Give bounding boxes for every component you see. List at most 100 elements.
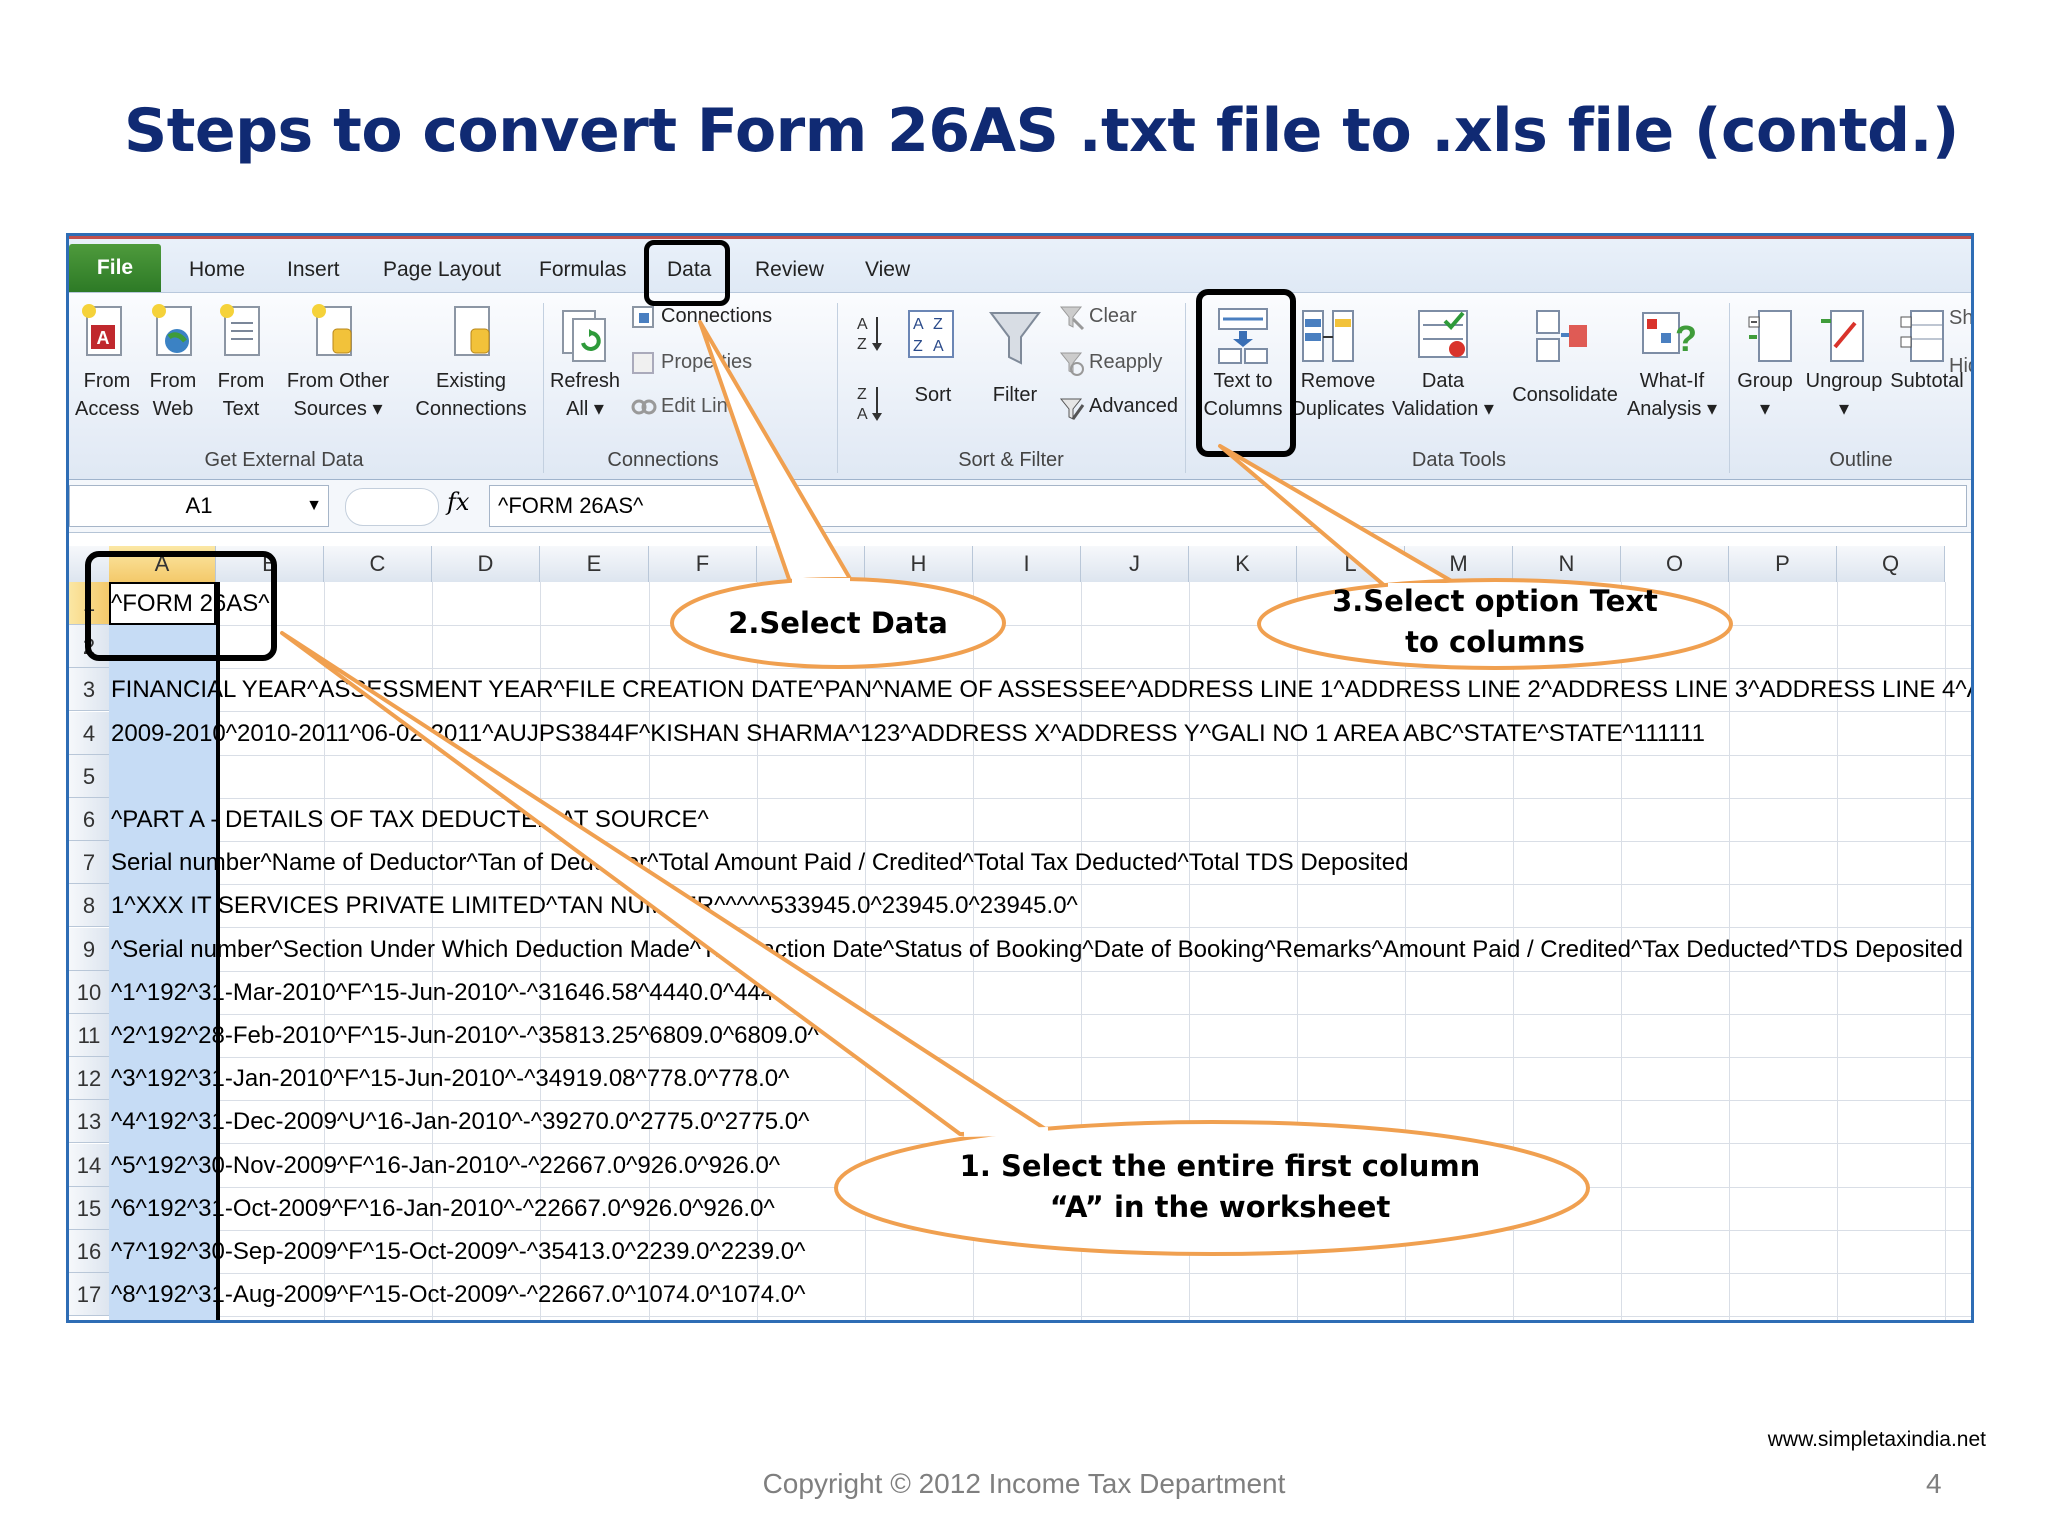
what-if-analysis-button[interactable]: What-If Analysis ▾ bbox=[1625, 367, 1719, 423]
existing-connections-button[interactable]: Existing Connections bbox=[405, 367, 537, 423]
ungroup-button[interactable]: Ungroup ▾ bbox=[1801, 367, 1887, 423]
column-header-k[interactable]: K bbox=[1189, 546, 1297, 582]
group-label-outline: Outline bbox=[1829, 449, 1893, 471]
highlight-data-tab bbox=[644, 240, 730, 306]
text-file-icon bbox=[220, 304, 260, 356]
group-label-data-tools: Data Tools bbox=[1411, 449, 1507, 471]
row-header-4[interactable]: 4 bbox=[69, 711, 109, 755]
row-header-15[interactable]: 15 bbox=[69, 1186, 109, 1230]
hide-detail-button[interactable]: Hide bbox=[1949, 355, 1971, 378]
group-button[interactable]: Group ▾ bbox=[1733, 367, 1797, 423]
column-header-d[interactable]: D bbox=[432, 546, 540, 582]
other-sources-icon bbox=[312, 304, 352, 356]
column-header-q[interactable]: Q bbox=[1837, 546, 1945, 582]
sort-button[interactable]: Sort bbox=[903, 381, 963, 409]
cell-row-17[interactable]: ^8^192^31-Aug-2009^F^15-Oct-2009^-^22667… bbox=[111, 1273, 805, 1316]
advanced-button[interactable]: Advanced bbox=[1089, 395, 1178, 418]
from-access-button[interactable]: From Access bbox=[75, 367, 139, 423]
row-header-5[interactable]: 5 bbox=[69, 754, 109, 798]
reapply-button[interactable]: Reapply bbox=[1089, 351, 1162, 374]
cell-row-9[interactable]: ^Serial number^Section Under Which Deduc… bbox=[111, 928, 1963, 971]
cell-row-8[interactable]: 1^XXX IT SERVICES PRIVATE LIMITED^TAN NU… bbox=[111, 884, 1078, 927]
edit-links-button[interactable]: Edit Links bbox=[661, 395, 748, 418]
name-box[interactable]: A1 ▼ bbox=[69, 485, 329, 527]
row-header-6[interactable]: 6 bbox=[69, 798, 109, 841]
edit-links-icon bbox=[631, 399, 657, 415]
formula-bar-cancel-enter bbox=[345, 488, 439, 526]
filter-button[interactable]: Filter bbox=[983, 381, 1047, 409]
refresh-all-button[interactable]: Refresh All ▾ bbox=[547, 367, 623, 423]
web-icon bbox=[152, 304, 192, 356]
connections-button[interactable]: Connections bbox=[661, 305, 772, 328]
from-web-button[interactable]: From Web bbox=[145, 367, 201, 423]
column-header-f[interactable]: F bbox=[649, 546, 757, 582]
tab-view[interactable]: View bbox=[865, 252, 910, 288]
row-header-14[interactable]: 14 bbox=[69, 1143, 109, 1187]
column-header-j[interactable]: J bbox=[1081, 546, 1189, 582]
remove-duplicates-button[interactable]: Remove Duplicates bbox=[1291, 367, 1385, 423]
row-header-17[interactable]: 17 bbox=[69, 1273, 109, 1317]
cell-row-12[interactable]: ^3^192^31-Jan-2010^F^15-Jun-2010^-^34919… bbox=[111, 1057, 789, 1100]
cell-row-15[interactable]: ^6^192^31-Oct-2009^F^16-Jan-2010^-^22667… bbox=[111, 1187, 775, 1230]
tab-file[interactable]: File bbox=[69, 244, 161, 292]
callout-step2: 2.Select Data bbox=[728, 606, 948, 640]
column-header-m[interactable]: M bbox=[1405, 546, 1513, 582]
column-header-n[interactable]: N bbox=[1513, 546, 1621, 582]
row-header-9[interactable]: 9 bbox=[69, 927, 109, 971]
ribbon-data: A From Access From Web From Text From Ot… bbox=[69, 292, 1971, 480]
row-header-8[interactable]: 8 bbox=[69, 884, 109, 928]
from-other-sources-button[interactable]: From Other Sources ▾ bbox=[283, 367, 393, 423]
sort-icon: A ZZ A bbox=[908, 310, 954, 358]
page-number: 4 bbox=[1926, 1468, 1942, 1499]
filter-icon bbox=[989, 312, 1041, 365]
group-label-get-external-data: Get External Data bbox=[204, 449, 364, 471]
row-header-10[interactable]: 10 bbox=[69, 970, 109, 1014]
clear-button[interactable]: Clear bbox=[1089, 305, 1137, 328]
row-header-11[interactable]: 11 bbox=[69, 1014, 109, 1057]
row-header-12[interactable]: 12 bbox=[69, 1057, 109, 1101]
data-validation-button[interactable]: Data Validation ▾ bbox=[1387, 367, 1499, 423]
cell-row-3[interactable]: FINANCIAL YEAR^ASSESSMENT YEAR^FILE CREA… bbox=[111, 668, 1971, 711]
consolidate-button[interactable]: Consolidate bbox=[1505, 381, 1625, 409]
cell-row-14[interactable]: ^5^192^30-Nov-2009^F^16-Jan-2010^-^22667… bbox=[111, 1144, 780, 1187]
ungroup-icon bbox=[1821, 310, 1864, 362]
cell-row-11[interactable]: ^2^192^28-Feb-2010^F^15-Jun-2010^-^35813… bbox=[111, 1014, 819, 1057]
tab-formulas[interactable]: Formulas bbox=[539, 252, 627, 288]
row-header-16[interactable]: 16 bbox=[69, 1230, 109, 1273]
fx-icon[interactable]: fx bbox=[447, 488, 469, 516]
row-header-7[interactable]: 7 bbox=[69, 841, 109, 885]
column-header-p[interactable]: P bbox=[1729, 546, 1837, 582]
column-header-o[interactable]: O bbox=[1621, 546, 1729, 582]
svg-text:A: A bbox=[933, 338, 944, 355]
cell-row-16[interactable]: ^7^192^30-Sep-2009^F^15-Oct-2009^-^35413… bbox=[111, 1230, 805, 1273]
column-header-h[interactable]: H bbox=[865, 546, 973, 582]
column-header-i[interactable]: I bbox=[973, 546, 1081, 582]
row-header-13[interactable]: 13 bbox=[69, 1100, 109, 1144]
connections-icon bbox=[632, 306, 654, 328]
tab-review[interactable]: Review bbox=[755, 252, 824, 288]
cell-row-4[interactable]: 2009-2010^2010-2011^06-02-2011^AUJPS3844… bbox=[111, 712, 1705, 755]
highlight-text-to-columns bbox=[1196, 289, 1296, 457]
tab-home[interactable]: Home bbox=[189, 252, 245, 288]
cell-row-13[interactable]: ^4^192^31-Dec-2009^U^16-Jan-2010^-^39270… bbox=[111, 1100, 809, 1143]
column-header-l[interactable]: L bbox=[1297, 546, 1405, 582]
callout-step3: 3.Select option Text to columns bbox=[1332, 584, 1658, 659]
tab-page-layout[interactable]: Page Layout bbox=[383, 252, 501, 288]
svg-text:A: A bbox=[913, 316, 924, 333]
cell-row-6[interactable]: ^PART A - DETAILS OF TAX DEDUCTED AT SOU… bbox=[111, 798, 709, 841]
properties-button[interactable]: Properties bbox=[661, 351, 752, 374]
highlight-column-a bbox=[85, 551, 277, 661]
formula-input[interactable]: ^FORM 26AS^ bbox=[489, 485, 1967, 527]
svg-text:A: A bbox=[857, 316, 868, 333]
show-detail-button[interactable]: Show bbox=[1949, 307, 1971, 330]
row-header-3[interactable]: 3 bbox=[69, 668, 109, 712]
existing-connections-icon bbox=[454, 306, 490, 356]
tab-insert[interactable]: Insert bbox=[287, 252, 340, 288]
cell-row-7[interactable]: Serial number^Name of Deductor^Tan of De… bbox=[111, 841, 1408, 884]
column-header-e[interactable]: E bbox=[540, 546, 649, 582]
column-header-g[interactable]: G bbox=[757, 546, 865, 582]
column-header-c[interactable]: C bbox=[324, 546, 432, 582]
cell-row-10[interactable]: ^1^192^31-Mar-2010^F^15-Jun-2010^-^31646… bbox=[111, 971, 819, 1014]
group-label-connections: Connections bbox=[607, 449, 719, 471]
from-text-button[interactable]: From Text bbox=[213, 367, 269, 423]
